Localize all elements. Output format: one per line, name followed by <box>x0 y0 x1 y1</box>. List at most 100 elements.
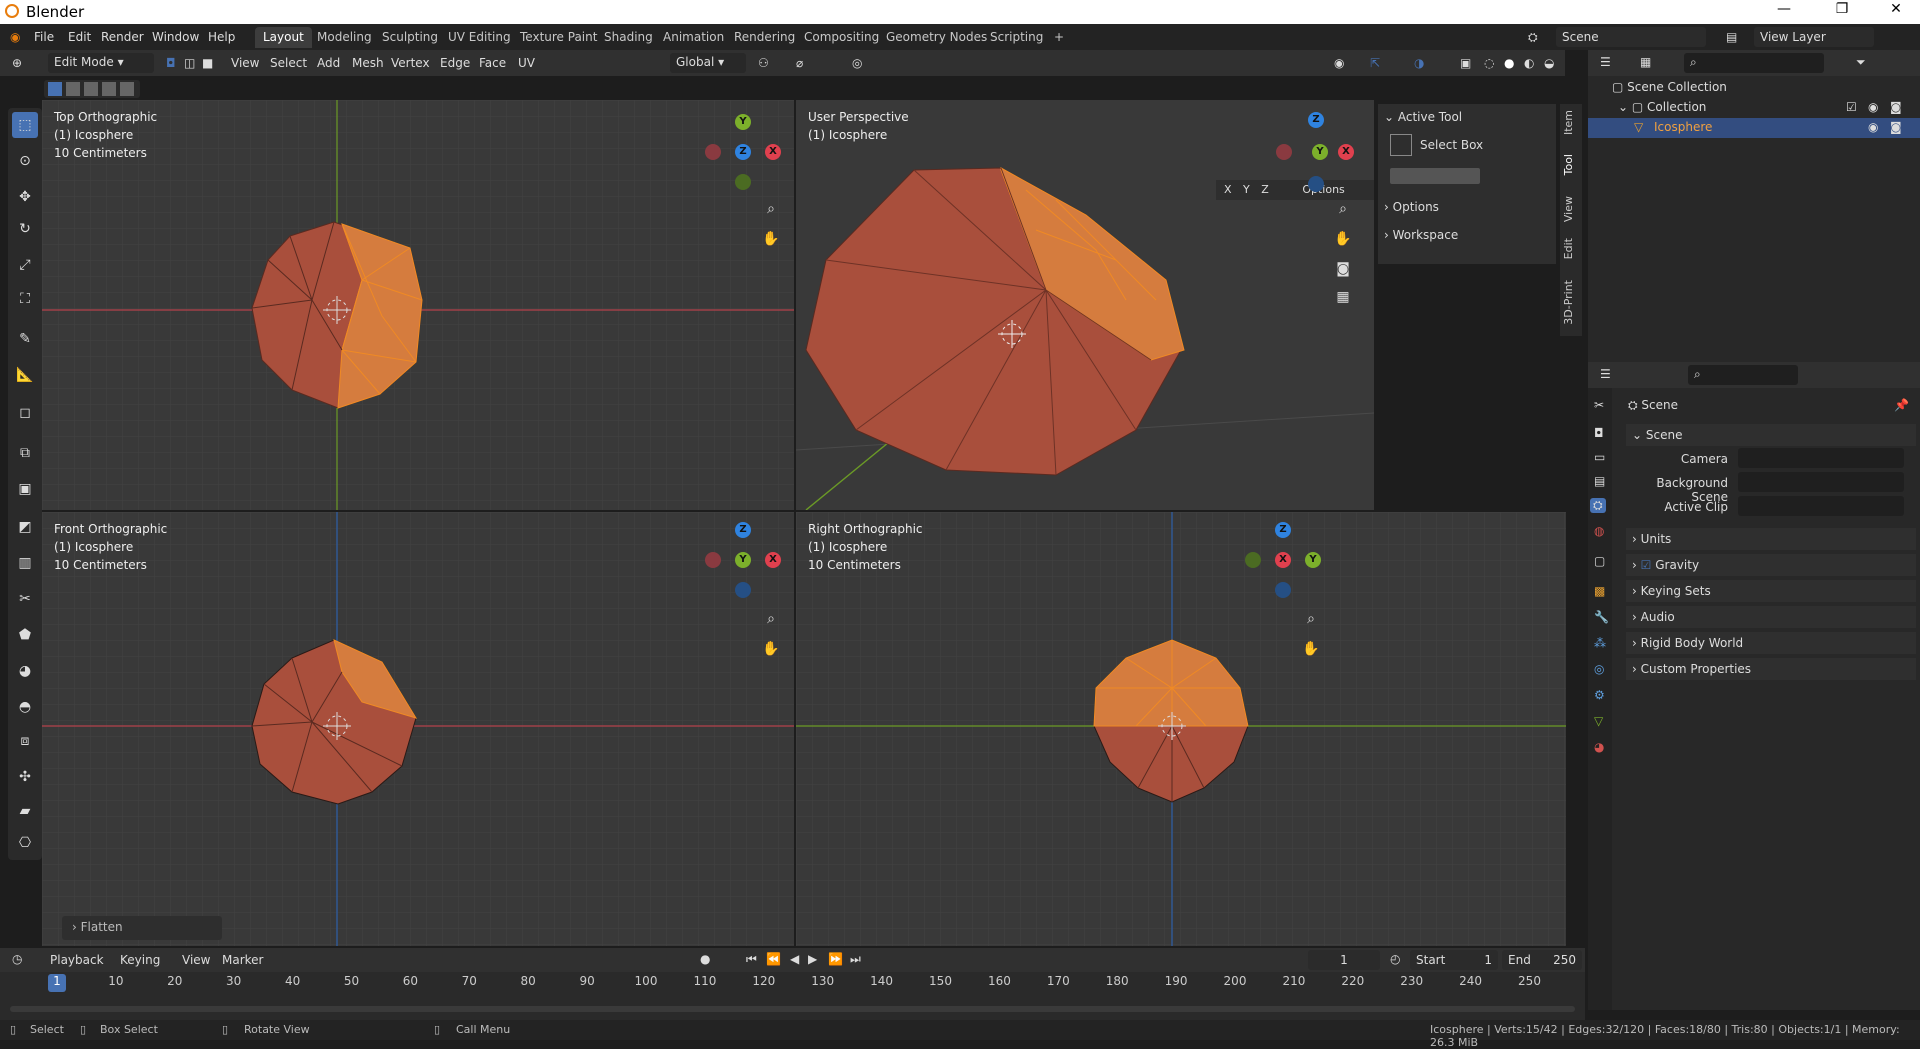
next-keyframe-icon[interactable]: ⏩ <box>828 952 843 966</box>
persp-gizmo-neg-x[interactable] <box>1276 144 1292 160</box>
menu-edit[interactable]: Edit <box>68 30 91 44</box>
start-frame-field[interactable]: Start 1 <box>1410 950 1498 970</box>
mode-dropdown[interactable]: Edit Mode ▾ <box>48 53 154 73</box>
maximize-button[interactable]: ❐ <box>1822 1 1862 17</box>
jump-end-icon[interactable]: ⏭ <box>850 952 861 967</box>
gizmo-z-axis[interactable]: Z <box>735 522 751 538</box>
menu-timeline-view[interactable]: View <box>182 953 210 967</box>
tab-scripting[interactable]: Scripting <box>982 27 1051 48</box>
axis-y-toggle[interactable]: Y <box>1243 183 1250 196</box>
constraints-tab-icon[interactable]: ⚙ <box>1594 688 1605 702</box>
current-frame-field[interactable]: 1 <box>1308 950 1380 970</box>
scene-collection-item[interactable]: ▢ Scene Collection <box>1612 80 1727 94</box>
select-box-tool-icon[interactable]: ⬚ <box>12 112 38 138</box>
persp-gizmo-neg-z[interactable] <box>1308 176 1324 192</box>
zoom-icon[interactable]: ⌕ <box>758 196 784 222</box>
timeline-editor-icon[interactable]: ◷ <box>12 952 22 966</box>
smooth-tool-icon[interactable]: ◓ <box>12 694 38 720</box>
gizmo-neg-x[interactable] <box>705 552 721 568</box>
menu-select[interactable]: Select <box>270 56 307 70</box>
gizmo-neg-y[interactable] <box>735 174 751 190</box>
vertex-select-icon[interactable]: ◘ <box>166 56 176 70</box>
tab-edit[interactable]: Edit <box>1562 238 1580 259</box>
gizmo-x-axis[interactable]: X <box>765 144 781 160</box>
axis-z-toggle[interactable]: Z <box>1261 183 1269 196</box>
rendered-shading-icon[interactable]: ◒ <box>1544 56 1554 70</box>
active-tool-header[interactable]: ⌄ Active Tool <box>1384 110 1462 124</box>
persp-gizmo-y[interactable]: Y <box>1312 144 1328 160</box>
tab-compositing[interactable]: Compositing <box>796 27 887 48</box>
cursor-tool-icon[interactable]: ⊙ <box>12 148 38 174</box>
display-mode-icon[interactable]: ▦ <box>1640 55 1651 69</box>
gizmo-y-axis[interactable]: Y <box>735 552 751 568</box>
jump-start-icon[interactable]: ⏮ <box>746 952 757 967</box>
viewport-user-perspective[interactable]: User Perspective (1) Icosphere X Y Z Opti… <box>796 100 1374 510</box>
scene-selector[interactable]: Scene <box>1556 27 1706 47</box>
custom-properties-panel-header[interactable]: › Custom Properties <box>1626 658 1916 680</box>
render-tab-icon[interactable]: ◘ <box>1594 426 1604 440</box>
tool-select-mode-buttons[interactable] <box>1390 168 1480 184</box>
object-tab-icon[interactable]: ▩ <box>1594 584 1605 598</box>
persp-gizmo-z[interactable]: Z <box>1308 112 1324 128</box>
close-button[interactable]: ✕ <box>1876 1 1916 17</box>
menu-view[interactable]: View <box>231 56 259 70</box>
menu-file[interactable]: File <box>34 30 54 44</box>
outliner-editor-icon[interactable]: ☰ <box>1600 55 1611 69</box>
menu-edge[interactable]: Edge <box>440 56 470 70</box>
tab-rendering[interactable]: Rendering <box>726 27 803 48</box>
pan-hand-icon[interactable]: ✋ <box>758 636 784 662</box>
pin-icon[interactable]: 📌 <box>1894 398 1909 412</box>
select-subtract-icon[interactable] <box>84 82 98 96</box>
visibility-icon[interactable]: ◉ <box>1334 56 1344 70</box>
transform-tool-icon[interactable]: ⛶ <box>12 286 38 312</box>
audio-panel-header[interactable]: › Audio <box>1626 606 1916 628</box>
particles-tab-icon[interactable]: ⁂ <box>1594 636 1606 650</box>
exclude-checkbox[interactable]: ☑ <box>1846 100 1857 114</box>
world-tab-icon[interactable]: ◍ <box>1594 524 1604 538</box>
record-icon[interactable]: ● <box>700 952 710 966</box>
inset-tool-icon[interactable]: ▣ <box>12 476 38 502</box>
end-frame-field[interactable]: End 250 <box>1502 950 1582 970</box>
menu-keying[interactable]: Keying <box>120 953 160 967</box>
rip-tool-icon[interactable]: ⎔ <box>12 830 38 856</box>
tab-geometry-nodes[interactable]: Geometry Nodes <box>878 27 995 48</box>
bevel-tool-icon[interactable]: ◩ <box>12 514 38 540</box>
orientation-dropdown[interactable]: Global ▾ <box>670 53 746 73</box>
scene-section-header[interactable]: ⌄ Scene <box>1626 424 1916 446</box>
wireframe-shading-icon[interactable]: ◌ <box>1484 56 1494 70</box>
gravity-panel-header[interactable]: › ☑ Gravity <box>1626 554 1916 576</box>
background-scene-field[interactable] <box>1738 472 1904 492</box>
menu-render[interactable]: Render <box>101 30 144 44</box>
overlay-icon[interactable]: ◑ <box>1414 56 1424 70</box>
active-clip-field[interactable] <box>1738 496 1904 516</box>
select-invert-icon[interactable] <box>102 82 116 96</box>
front-view-canvas[interactable] <box>42 512 794 946</box>
menu-playback[interactable]: Playback <box>50 953 104 967</box>
view-layer-tab-icon[interactable]: ▤ <box>1594 474 1605 488</box>
gizmo-icon[interactable]: ⇱ <box>1370 56 1380 70</box>
rotate-tool-icon[interactable]: ↻ <box>12 216 38 242</box>
edge-select-icon[interactable]: ◫ <box>184 56 195 70</box>
menu-marker[interactable]: Marker <box>222 953 263 967</box>
gizmo-neg-z[interactable] <box>1275 582 1291 598</box>
gizmo-x-axis[interactable]: X <box>1275 552 1291 568</box>
operator-panel-flatten[interactable]: › Flatten <box>62 916 222 940</box>
editor-type-icon[interactable]: ⊕ <box>12 56 22 70</box>
visibility-eye-icon[interactable]: ◉ <box>1868 120 1878 134</box>
spin-tool-icon[interactable]: ◕ <box>12 658 38 684</box>
play-reverse-icon[interactable]: ◀ <box>790 952 799 966</box>
outliner-search-input[interactable]: ⌕ <box>1684 53 1824 73</box>
persp-pan-icon[interactable]: ✋ <box>1330 226 1356 252</box>
view-layer-selector[interactable]: View Layer <box>1754 27 1874 47</box>
tab-item[interactable]: Item <box>1562 110 1580 135</box>
camera-field[interactable] <box>1738 448 1904 468</box>
gizmo-z-axis[interactable]: Z <box>1275 522 1291 538</box>
select-new-icon[interactable] <box>48 82 62 96</box>
gizmo-x-axis[interactable]: X <box>765 552 781 568</box>
shear-tool-icon[interactable]: ▰ <box>12 798 38 824</box>
gizmo-neg-z[interactable] <box>735 582 751 598</box>
menu-face[interactable]: Face <box>479 56 506 70</box>
axis-x-toggle[interactable]: X <box>1224 183 1232 196</box>
measure-tool-icon[interactable]: 📐 <box>12 362 38 388</box>
collection-camera-icon[interactable]: ◙ <box>1890 100 1902 114</box>
